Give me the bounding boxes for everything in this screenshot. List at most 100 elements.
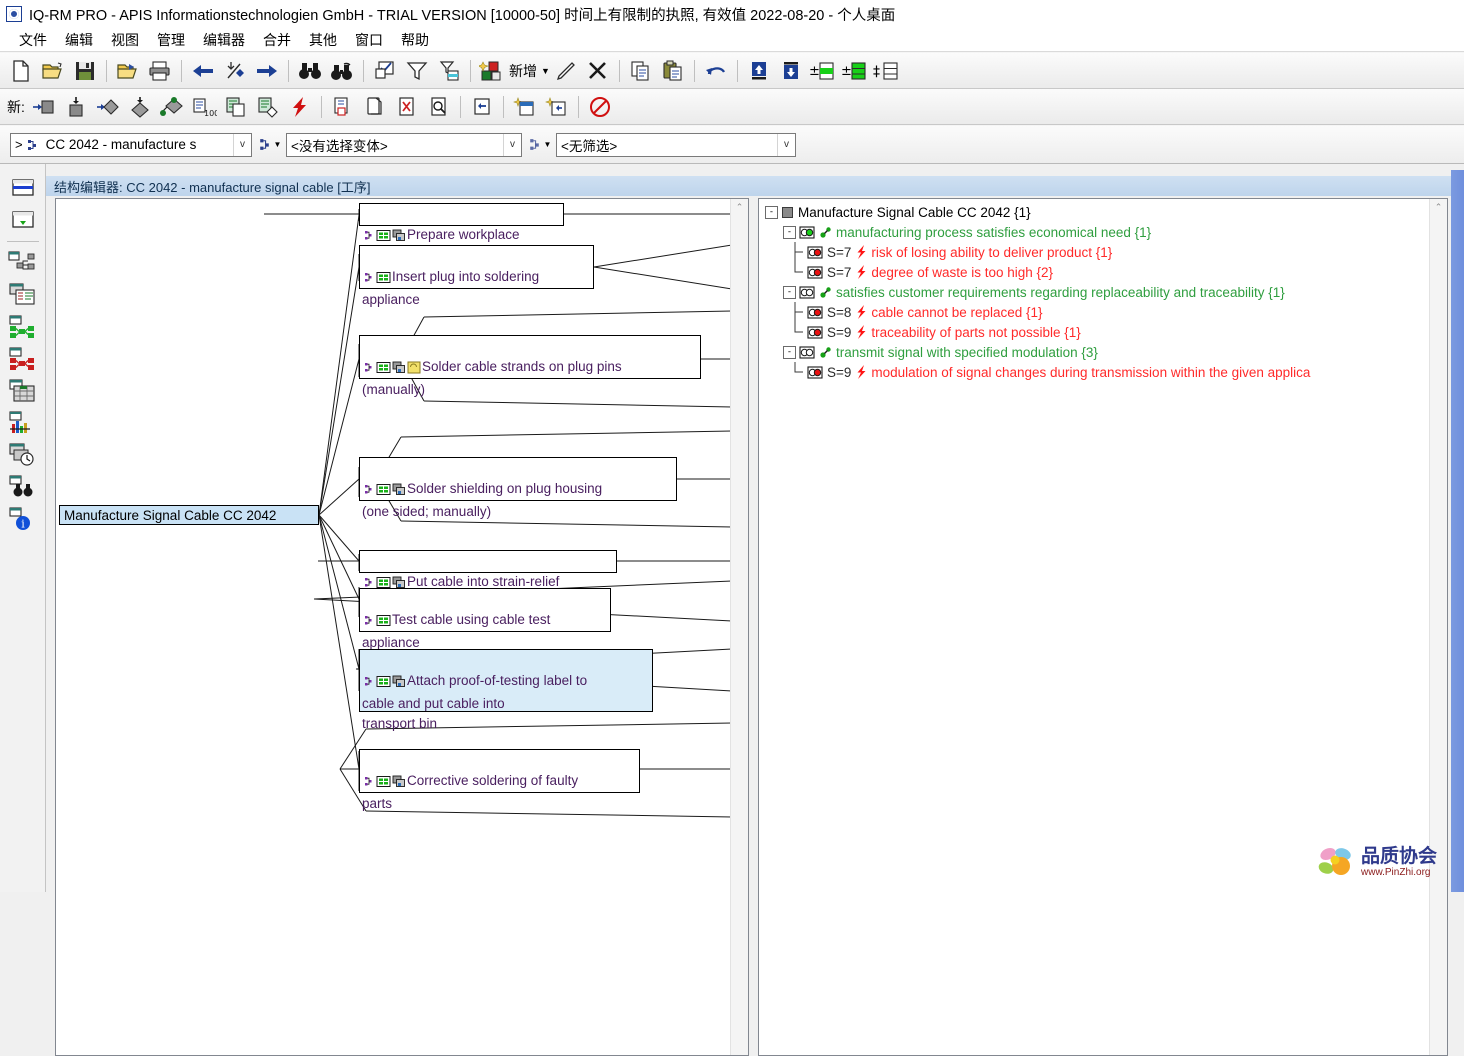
- sidebar-item-function-net[interactable]: [0, 311, 46, 343]
- graph-node-solder-cable-strands[interactable]: Solder cable strands on plug pins (manua…: [359, 335, 701, 397]
- jump-to-icon[interactable]: [219, 55, 251, 87]
- indent-left-icon[interactable]: [466, 91, 498, 123]
- sidebar-item-schedule[interactable]: [0, 439, 46, 471]
- new-element-below-icon[interactable]: [60, 91, 92, 123]
- sidebar-item-structure-tree[interactable]: [0, 247, 46, 279]
- expander-icon[interactable]: -: [765, 205, 778, 219]
- new-dropdown-label[interactable]: 新增: [508, 61, 539, 81]
- no-entry-icon[interactable]: [584, 91, 616, 123]
- scroll-up-icon[interactable]: ⌃: [1430, 199, 1447, 216]
- forward-arrow-icon[interactable]: [251, 55, 283, 87]
- tree-body[interactable]: - Manufacture Signal Cable CC 2042 {1} -: [759, 199, 1431, 1055]
- menu-edit[interactable]: 编辑: [56, 28, 102, 52]
- new-system-element-icon[interactable]: [28, 91, 60, 123]
- graph-canvas[interactable]: Manufacture Signal Cable CC 2042 Prepare…: [56, 199, 732, 1055]
- graph-node-corrective-soldering[interactable]: Corrective soldering of faulty parts: [359, 749, 640, 811]
- paste-clipboard-icon[interactable]: [657, 55, 689, 87]
- filter-table-icon[interactable]: [433, 55, 465, 87]
- expander-icon[interactable]: -: [783, 285, 796, 299]
- new-object-icon[interactable]: [476, 55, 508, 87]
- copy-icon[interactable]: [625, 55, 657, 87]
- tree-row-function-1[interactable]: - manufacturing process satisfies econom…: [759, 222, 1431, 242]
- insert-level-icon[interactable]: ‡: [871, 55, 903, 87]
- chevron-down-icon[interactable]: ▼: [541, 66, 550, 76]
- tree-row-function-3[interactable]: - transmit signal with specified modulat…: [759, 342, 1431, 362]
- edit-pencil-icon[interactable]: [550, 55, 582, 87]
- structure-combo[interactable]: > CC 2042 - manufacture s v: [10, 132, 252, 157]
- menu-manage[interactable]: 管理: [148, 28, 194, 52]
- new-failure-icon[interactable]: [284, 91, 316, 123]
- sidebar-item-info[interactable]: i: [0, 503, 46, 535]
- tree-row-failure-2[interactable]: S=7 degree of waste is too high {2}: [759, 262, 1431, 282]
- expander-icon[interactable]: -: [783, 225, 796, 239]
- undo-icon[interactable]: [700, 55, 732, 87]
- variant-combo-chevron[interactable]: v: [503, 133, 521, 156]
- print-preview-icon[interactable]: [112, 55, 144, 87]
- structure-graph-pane[interactable]: Manufacture Signal Cable CC 2042 Prepare…: [55, 198, 749, 1056]
- graph-node-prepare-workplace[interactable]: Prepare workplace: [359, 203, 564, 242]
- print-icon[interactable]: [144, 55, 176, 87]
- filter-combo[interactable]: <无筛选> v: [556, 132, 796, 157]
- graph-node-attach-proof-label[interactable]: Attach proof-of-testing label to cable a…: [359, 649, 653, 731]
- sidebar-item-form-sheet[interactable]: [0, 279, 46, 311]
- new-row-above-icon[interactable]: [509, 91, 541, 123]
- menu-editor[interactable]: 编辑器: [194, 28, 254, 52]
- chevron-down-icon[interactable]: ▼: [544, 140, 552, 149]
- sidebar-item-matrix[interactable]: [0, 375, 46, 407]
- tree-vertical-scrollbar[interactable]: ⌃: [1429, 199, 1447, 1055]
- tree-row-failure-1[interactable]: S=7 risk of losing ability to deliver pr…: [759, 242, 1431, 262]
- duplicate-icon[interactable]: [359, 91, 391, 123]
- new-measure-100-icon[interactable]: 100: [188, 91, 220, 123]
- new-row-right-icon[interactable]: [541, 91, 573, 123]
- delete-object-icon[interactable]: [391, 91, 423, 123]
- new-characteristic-icon[interactable]: [156, 91, 188, 123]
- graph-node-put-cable-strain-relief[interactable]: Put cable into strain-relief: [359, 550, 617, 589]
- new-form-characteristic-icon[interactable]: [252, 91, 284, 123]
- open-folder-icon[interactable]: [37, 55, 69, 87]
- graph-node-solder-shielding[interactable]: Solder shielding on plug housing (one si…: [359, 457, 677, 519]
- menu-file[interactable]: 文件: [10, 28, 56, 52]
- structure-mini-button[interactable]: ▼: [252, 132, 286, 158]
- filter-funnel-icon[interactable]: [401, 55, 433, 87]
- new-function-below-icon[interactable]: [124, 91, 156, 123]
- sidebar-item-failure-net[interactable]: [0, 343, 46, 375]
- tree-row-failure-3[interactable]: S=8 cable cannot be replaced {1}: [759, 302, 1431, 322]
- move-down-icon[interactable]: [775, 55, 807, 87]
- sidebar-item-import-down[interactable]: [0, 204, 46, 236]
- menu-help[interactable]: 帮助: [392, 28, 438, 52]
- tree-row-failure-5[interactable]: S=9 modulation of signal changes during …: [759, 362, 1431, 382]
- inspect-object-icon[interactable]: [423, 91, 455, 123]
- tree-row-root[interactable]: - Manufacture Signal Cable CC 2042 {1}: [759, 202, 1431, 222]
- sidebar-item-structure-list[interactable]: [0, 172, 46, 204]
- checkbox-list-icon[interactable]: [369, 55, 401, 87]
- function-failure-tree-pane[interactable]: - Manufacture Signal Cable CC 2042 {1} -: [758, 198, 1448, 1056]
- copy-object-icon[interactable]: [327, 91, 359, 123]
- window-scrollbar[interactable]: [1451, 170, 1464, 892]
- new-form-sheet-icon[interactable]: [220, 91, 252, 123]
- new-document-icon[interactable]: [5, 55, 37, 87]
- menu-window[interactable]: 窗口: [346, 28, 392, 52]
- scroll-up-icon[interactable]: ⌃: [731, 199, 748, 216]
- filter-combo-chevron[interactable]: v: [777, 133, 795, 156]
- graph-node-test-cable[interactable]: Test cable using cable test appliance: [359, 588, 611, 650]
- expander-icon[interactable]: -: [783, 345, 796, 359]
- graph-node-insert-plug[interactable]: Insert plug into soldering appliance: [359, 245, 594, 307]
- menu-other[interactable]: 其他: [300, 28, 346, 52]
- graph-root-node[interactable]: Manufacture Signal Cable CC 2042: [59, 505, 319, 525]
- expand-level-icon[interactable]: ±: [807, 55, 839, 87]
- apis-app-icon[interactable]: [6, 6, 22, 22]
- new-function-icon[interactable]: [92, 91, 124, 123]
- structure-combo-chevron[interactable]: v: [233, 133, 251, 156]
- delete-x-icon[interactable]: [582, 55, 614, 87]
- tree-row-function-2[interactable]: - satisfies customer requirements regard…: [759, 282, 1431, 302]
- back-arrow-icon[interactable]: [187, 55, 219, 87]
- find-again-binoculars-icon[interactable]: [326, 55, 358, 87]
- expand-all-icon[interactable]: ±: [839, 55, 871, 87]
- menu-merge[interactable]: 合并: [254, 28, 300, 52]
- sidebar-item-chart[interactable]: [0, 407, 46, 439]
- tree-row-failure-4[interactable]: S=9 traceability of parts not possible {…: [759, 322, 1431, 342]
- chevron-down-icon[interactable]: ▼: [274, 140, 282, 149]
- variant-mini-button[interactable]: ▼: [522, 132, 556, 158]
- find-binoculars-icon[interactable]: [294, 55, 326, 87]
- sidebar-item-search[interactable]: [0, 471, 46, 503]
